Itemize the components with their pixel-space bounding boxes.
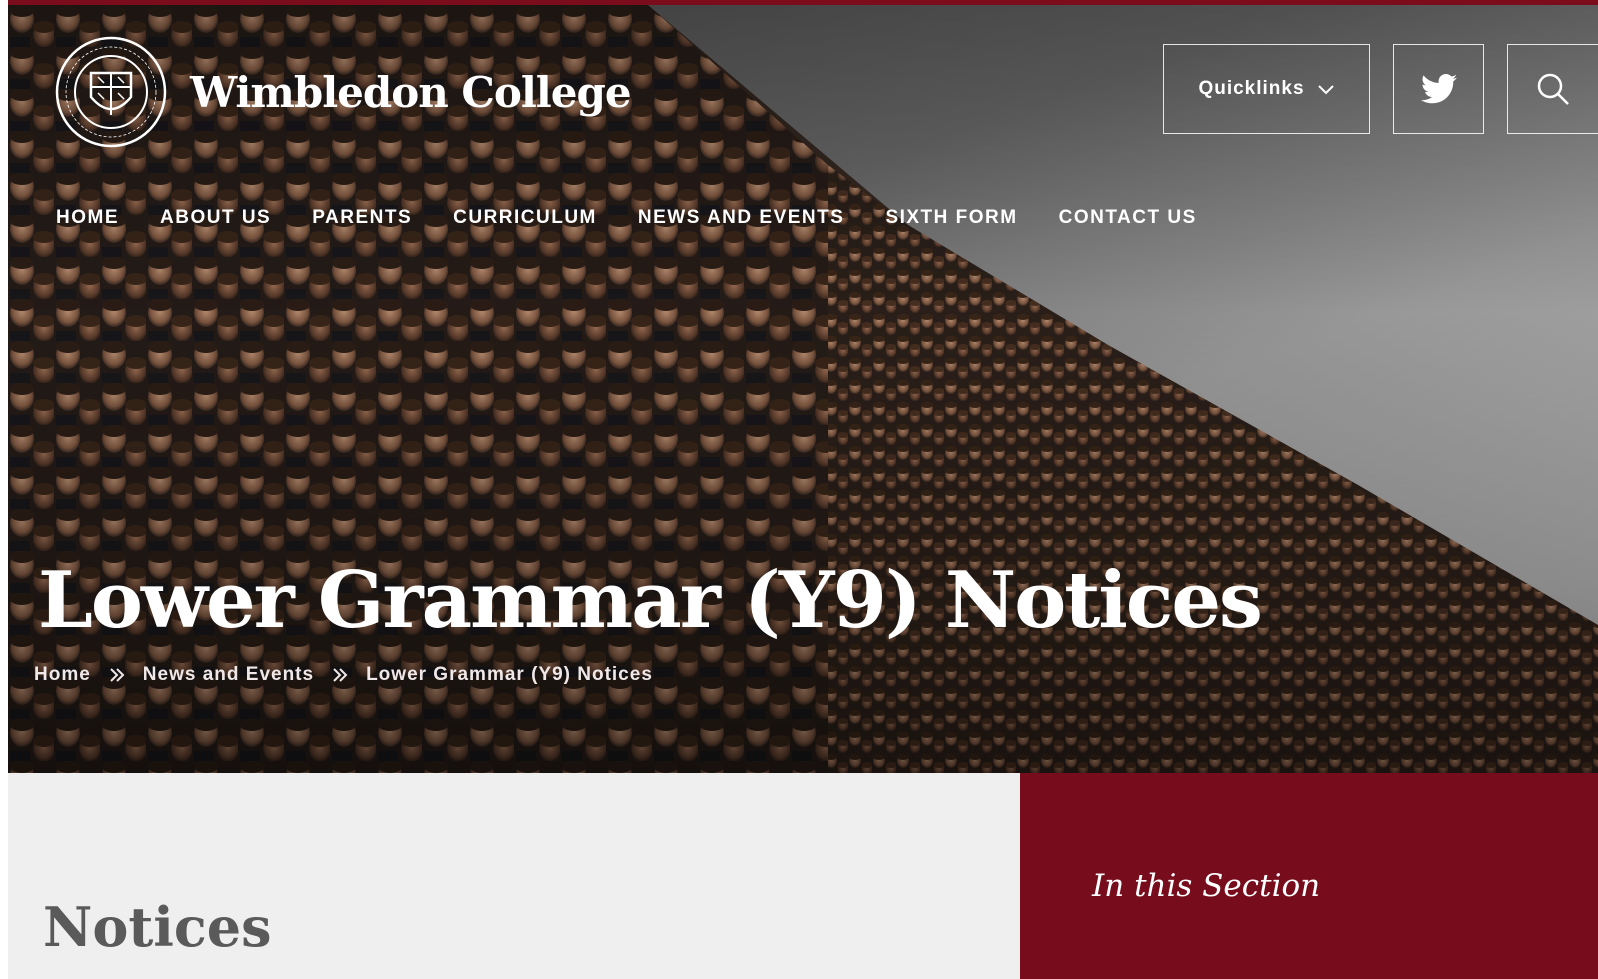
- breadcrumb-news-and-events[interactable]: News and Events: [143, 664, 314, 686]
- nav-item-curriculum[interactable]: CURRICULUM: [453, 207, 597, 229]
- notices-heading: Notices: [43, 895, 272, 959]
- quicklinks-label: Quicklinks: [1198, 78, 1305, 99]
- search-icon: [1537, 73, 1569, 105]
- page-edge: [0, 0, 8, 979]
- nav-item-sixth-form[interactable]: SIXTH FORM: [885, 207, 1017, 229]
- college-crest-logo[interactable]: [54, 35, 168, 149]
- main-content: Notices: [8, 773, 1020, 979]
- twitter-button[interactable]: [1393, 44, 1484, 134]
- site-name[interactable]: Wimbledon College: [190, 68, 632, 117]
- quicklinks-button[interactable]: Quicklinks: [1163, 44, 1370, 134]
- section-sidebar-title: In this Section: [1092, 868, 1321, 904]
- section-sidebar: In this Section: [1020, 773, 1598, 979]
- nav-item-about-us[interactable]: ABOUT US: [160, 207, 271, 229]
- breadcrumb-current: Lower Grammar (Y9) Notices: [366, 664, 653, 685]
- twitter-bird-icon: [1420, 74, 1457, 104]
- double-chevron-right-icon: [109, 667, 125, 683]
- breadcrumb-home[interactable]: Home: [34, 664, 91, 686]
- main-navigation: HOME ABOUT US PARENTS CURRICULUM NEWS AN…: [56, 207, 1238, 229]
- nav-item-parents[interactable]: PARENTS: [312, 207, 412, 229]
- nav-item-contact-us[interactable]: CONTACT US: [1059, 207, 1197, 229]
- chevron-down-icon: [1317, 85, 1334, 95]
- nav-item-news-and-events[interactable]: NEWS AND EVENTS: [638, 207, 845, 229]
- breadcrumb: Home News and Events Lower Grammar (Y9) …: [34, 664, 653, 686]
- double-chevron-right-icon: [332, 667, 348, 683]
- page-title: Lower Grammar (Y9) Notices: [38, 555, 1263, 646]
- nav-item-home[interactable]: HOME: [56, 207, 119, 229]
- search-button[interactable]: [1507, 44, 1598, 134]
